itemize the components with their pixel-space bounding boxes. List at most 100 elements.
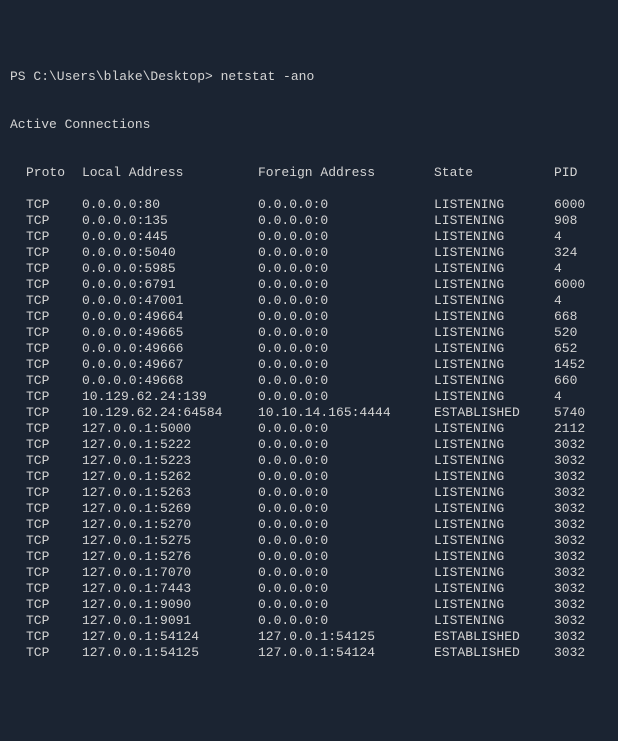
cell-proto: TCP — [26, 277, 82, 293]
cell-pid: 3032 — [554, 501, 585, 517]
cell-foreign: 127.0.0.1:54125 — [258, 629, 434, 645]
cell-foreign: 10.10.14.165:4444 — [258, 405, 434, 421]
cell-state: LISTENING — [434, 197, 554, 213]
cell-state: LISTENING — [434, 597, 554, 613]
cell-pid: 3032 — [554, 437, 585, 453]
cell-state: LISTENING — [434, 389, 554, 405]
cell-pid: 3032 — [554, 597, 585, 613]
cell-local: 127.0.0.1:5263 — [82, 485, 258, 501]
connection-row: TCP127.0.0.1:52760.0.0.0:0LISTENING3032 — [26, 549, 608, 565]
cell-foreign: 0.0.0.0:0 — [258, 437, 434, 453]
cell-pid: 5740 — [554, 405, 585, 421]
cell-proto: TCP — [26, 613, 82, 629]
cell-foreign: 0.0.0.0:0 — [258, 293, 434, 309]
cell-foreign: 0.0.0.0:0 — [258, 613, 434, 629]
cell-foreign: 0.0.0.0:0 — [258, 389, 434, 405]
connection-row: TCP0.0.0.0:59850.0.0.0:0LISTENING4 — [26, 261, 608, 277]
cell-proto: TCP — [26, 293, 82, 309]
cell-state: LISTENING — [434, 261, 554, 277]
cell-foreign: 0.0.0.0:0 — [258, 581, 434, 597]
cell-pid: 6000 — [554, 277, 585, 293]
cell-state: LISTENING — [434, 277, 554, 293]
cell-local: 0.0.0.0:49665 — [82, 325, 258, 341]
cell-foreign: 0.0.0.0:0 — [258, 549, 434, 565]
cell-local: 127.0.0.1:5000 — [82, 421, 258, 437]
connection-row: TCP0.0.0.0:67910.0.0.0:0LISTENING6000 — [26, 277, 608, 293]
cell-proto: TCP — [26, 565, 82, 581]
connection-row: TCP127.0.0.1:90900.0.0.0:0LISTENING3032 — [26, 597, 608, 613]
cell-state: LISTENING — [434, 229, 554, 245]
cell-state: LISTENING — [434, 517, 554, 533]
cell-proto: TCP — [26, 245, 82, 261]
cell-foreign: 0.0.0.0:0 — [258, 421, 434, 437]
cell-local: 0.0.0.0:49667 — [82, 357, 258, 373]
cell-state: LISTENING — [434, 421, 554, 437]
cell-pid: 3032 — [554, 533, 585, 549]
cell-local: 0.0.0.0:49666 — [82, 341, 258, 357]
cell-pid: 3032 — [554, 517, 585, 533]
connection-row: TCP0.0.0.0:4450.0.0.0:0LISTENING4 — [26, 229, 608, 245]
cell-pid: 6000 — [554, 197, 585, 213]
connection-row: TCP0.0.0.0:496660.0.0.0:0LISTENING652 — [26, 341, 608, 357]
col-state-header: State — [434, 165, 554, 181]
cell-pid: 3032 — [554, 629, 585, 645]
cell-pid: 3032 — [554, 645, 585, 661]
cell-foreign: 0.0.0.0:0 — [258, 261, 434, 277]
cell-proto: TCP — [26, 453, 82, 469]
cell-local: 127.0.0.1:5222 — [82, 437, 258, 453]
cell-pid: 3032 — [554, 565, 585, 581]
cell-local: 127.0.0.1:7070 — [82, 565, 258, 581]
cell-state: LISTENING — [434, 485, 554, 501]
cell-local: 127.0.0.1:7443 — [82, 581, 258, 597]
cell-local: 127.0.0.1:54125 — [82, 645, 258, 661]
cell-pid: 520 — [554, 325, 577, 341]
cell-pid: 4 — [554, 293, 562, 309]
cell-local: 0.0.0.0:5040 — [82, 245, 258, 261]
connection-row: TCP0.0.0.0:470010.0.0.0:0LISTENING4 — [26, 293, 608, 309]
cell-foreign: 0.0.0.0:0 — [258, 325, 434, 341]
cell-foreign: 0.0.0.0:0 — [258, 277, 434, 293]
cell-local: 0.0.0.0:47001 — [82, 293, 258, 309]
cell-state: LISTENING — [434, 501, 554, 517]
connection-row: TCP127.0.0.1:70700.0.0.0:0LISTENING3032 — [26, 565, 608, 581]
connection-row: TCP0.0.0.0:496680.0.0.0:0LISTENING660 — [26, 373, 608, 389]
col-proto-header: Proto — [26, 165, 82, 181]
cell-state: LISTENING — [434, 437, 554, 453]
cell-state: LISTENING — [434, 581, 554, 597]
cell-foreign: 0.0.0.0:0 — [258, 341, 434, 357]
connection-row: TCP127.0.0.1:52700.0.0.0:0LISTENING3032 — [26, 517, 608, 533]
cell-foreign: 0.0.0.0:0 — [258, 517, 434, 533]
cell-foreign: 0.0.0.0:0 — [258, 197, 434, 213]
cell-state: LISTENING — [434, 613, 554, 629]
connection-row: TCP127.0.0.1:52630.0.0.0:0LISTENING3032 — [26, 485, 608, 501]
cell-state: LISTENING — [434, 373, 554, 389]
cell-proto: TCP — [26, 485, 82, 501]
connection-row: TCP0.0.0.0:800.0.0.0:0LISTENING6000 — [26, 197, 608, 213]
connection-row: TCP127.0.0.1:54125127.0.0.1:54124ESTABLI… — [26, 645, 608, 661]
cell-state: LISTENING — [434, 357, 554, 373]
cell-proto: TCP — [26, 469, 82, 485]
cell-pid: 3032 — [554, 469, 585, 485]
cell-pid: 4 — [554, 229, 562, 245]
cell-local: 127.0.0.1:9090 — [82, 597, 258, 613]
cell-foreign: 0.0.0.0:0 — [258, 501, 434, 517]
cell-pid: 3032 — [554, 549, 585, 565]
cell-proto: TCP — [26, 645, 82, 661]
cell-state: LISTENING — [434, 533, 554, 549]
cell-foreign: 0.0.0.0:0 — [258, 485, 434, 501]
cell-local: 127.0.0.1:54124 — [82, 629, 258, 645]
cell-local: 127.0.0.1:5276 — [82, 549, 258, 565]
cell-pid: 3032 — [554, 613, 585, 629]
cell-foreign: 0.0.0.0:0 — [258, 357, 434, 373]
cell-proto: TCP — [26, 437, 82, 453]
cell-proto: TCP — [26, 325, 82, 341]
connection-rows: TCP0.0.0.0:800.0.0.0:0LISTENING6000TCP0.… — [10, 197, 608, 661]
cell-proto: TCP — [26, 389, 82, 405]
cell-proto: TCP — [26, 533, 82, 549]
cell-foreign: 0.0.0.0:0 — [258, 565, 434, 581]
connection-row: TCP127.0.0.1:74430.0.0.0:0LISTENING3032 — [26, 581, 608, 597]
cell-state: LISTENING — [434, 469, 554, 485]
col-foreign-header: Foreign Address — [258, 165, 434, 181]
connection-row: TCP127.0.0.1:52230.0.0.0:0LISTENING3032 — [26, 453, 608, 469]
cell-pid: 3032 — [554, 453, 585, 469]
